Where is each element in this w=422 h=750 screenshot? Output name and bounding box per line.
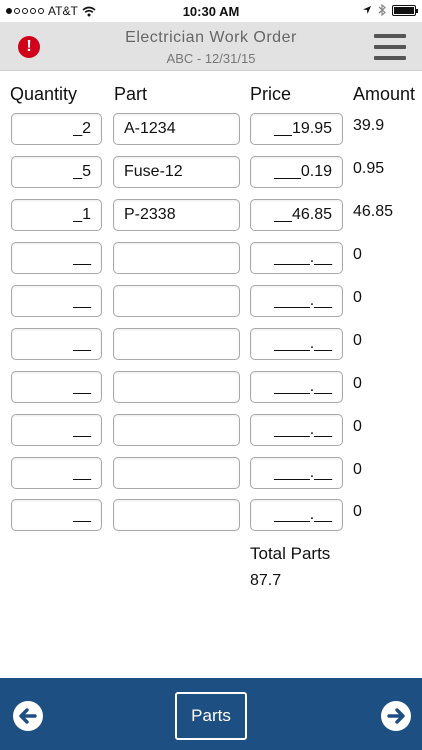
part-field[interactable] xyxy=(113,457,240,489)
price-field[interactable]: ___0.19 xyxy=(250,156,343,188)
table-row: _1 P-2338 __46.85 46.85 xyxy=(0,199,422,231)
forward-arrow-icon[interactable] xyxy=(381,701,411,731)
amount-value: 39.9 xyxy=(353,117,385,134)
price-field[interactable]: ____.__ xyxy=(250,328,343,360)
quantity-field[interactable]: __ xyxy=(11,414,102,446)
quantity-field[interactable]: _2 xyxy=(11,113,102,145)
parts-button[interactable]: Parts xyxy=(175,692,247,740)
quantity-field[interactable]: _1 xyxy=(11,199,102,231)
clock: 10:30 AM xyxy=(182,4,240,19)
location-icon xyxy=(363,6,371,14)
price-field[interactable]: __46.85 xyxy=(250,199,343,231)
amount-value: 0.95 xyxy=(353,160,385,177)
part-field[interactable]: Fuse-12 xyxy=(113,156,240,188)
table-row: __ ____.__ 0 xyxy=(0,457,422,489)
part-field[interactable] xyxy=(113,285,240,317)
status-right-group xyxy=(362,4,418,16)
quantity-field[interactable]: __ xyxy=(11,457,102,489)
part-field[interactable] xyxy=(113,371,240,403)
amount-value: 0 xyxy=(353,332,362,349)
amount-value: 46.85 xyxy=(353,203,394,220)
menu-icon[interactable] xyxy=(374,34,406,60)
page-title: Electrician Work Order xyxy=(125,29,297,46)
quantity-field[interactable]: __ xyxy=(11,285,102,317)
quantity-field[interactable]: __ xyxy=(11,242,102,274)
amount-header: Amount xyxy=(353,84,416,104)
total-parts-label: Total Parts xyxy=(250,544,331,563)
table-row: _5 Fuse-12 ___0.19 0.95 xyxy=(0,156,422,188)
bottom-toolbar: Parts xyxy=(0,678,422,750)
quantity-header: Quantity xyxy=(10,84,78,104)
table-row: __ ____.__ 0 xyxy=(0,414,422,446)
table-row: __ ____.__ 0 xyxy=(0,328,422,360)
bluetooth-icon xyxy=(378,4,386,16)
table-row: _2 A-1234 __19.95 39.9 xyxy=(0,113,422,145)
battery-icon xyxy=(392,4,418,16)
part-header: Part xyxy=(114,84,148,104)
amount-value: 0 xyxy=(353,418,362,435)
table-row: __ ____.__ 0 xyxy=(0,242,422,274)
price-field[interactable]: ____.__ xyxy=(250,285,343,317)
amount-value: 0 xyxy=(353,461,362,478)
page-subtitle: ABC - 12/31/15 xyxy=(166,51,256,66)
quantity-field[interactable]: __ xyxy=(11,371,102,403)
amount-value: 0 xyxy=(353,375,362,392)
price-field[interactable]: ____.__ xyxy=(250,499,343,531)
price-field[interactable]: ____.__ xyxy=(250,242,343,274)
part-field[interactable] xyxy=(113,242,240,274)
amount-value: 0 xyxy=(353,289,362,306)
quantity-field[interactable]: _5 xyxy=(11,156,102,188)
part-field[interactable]: P-2338 xyxy=(113,199,240,231)
table-row: __ ____.__ 0 xyxy=(0,285,422,317)
part-field[interactable] xyxy=(113,328,240,360)
part-field[interactable] xyxy=(113,414,240,446)
navigation-bar: ! Electrician Work Order ABC - 12/31/15 xyxy=(0,22,422,71)
quantity-field[interactable]: __ xyxy=(11,328,102,360)
amount-value: 0 xyxy=(353,503,362,520)
amount-value: 0 xyxy=(353,246,362,263)
price-field[interactable]: ____.__ xyxy=(250,457,343,489)
table-row: __ ____.__ 0 xyxy=(0,499,422,531)
price-field[interactable]: __19.95 xyxy=(250,113,343,145)
price-header: Price xyxy=(250,84,292,104)
price-field[interactable]: ____.__ xyxy=(250,414,343,446)
column-headers: Quantity Part Price Amount xyxy=(0,84,422,108)
part-field[interactable] xyxy=(113,499,240,531)
status-bar: AT&T 10:30 AM xyxy=(0,0,422,22)
table-row: __ ____.__ 0 xyxy=(0,371,422,403)
total-parts-value: 87.7 xyxy=(250,572,282,589)
price-field[interactable]: ____.__ xyxy=(250,371,343,403)
quantity-field[interactable]: __ xyxy=(11,499,102,531)
part-field[interactable]: A-1234 xyxy=(113,113,240,145)
back-arrow-icon[interactable] xyxy=(13,701,43,731)
